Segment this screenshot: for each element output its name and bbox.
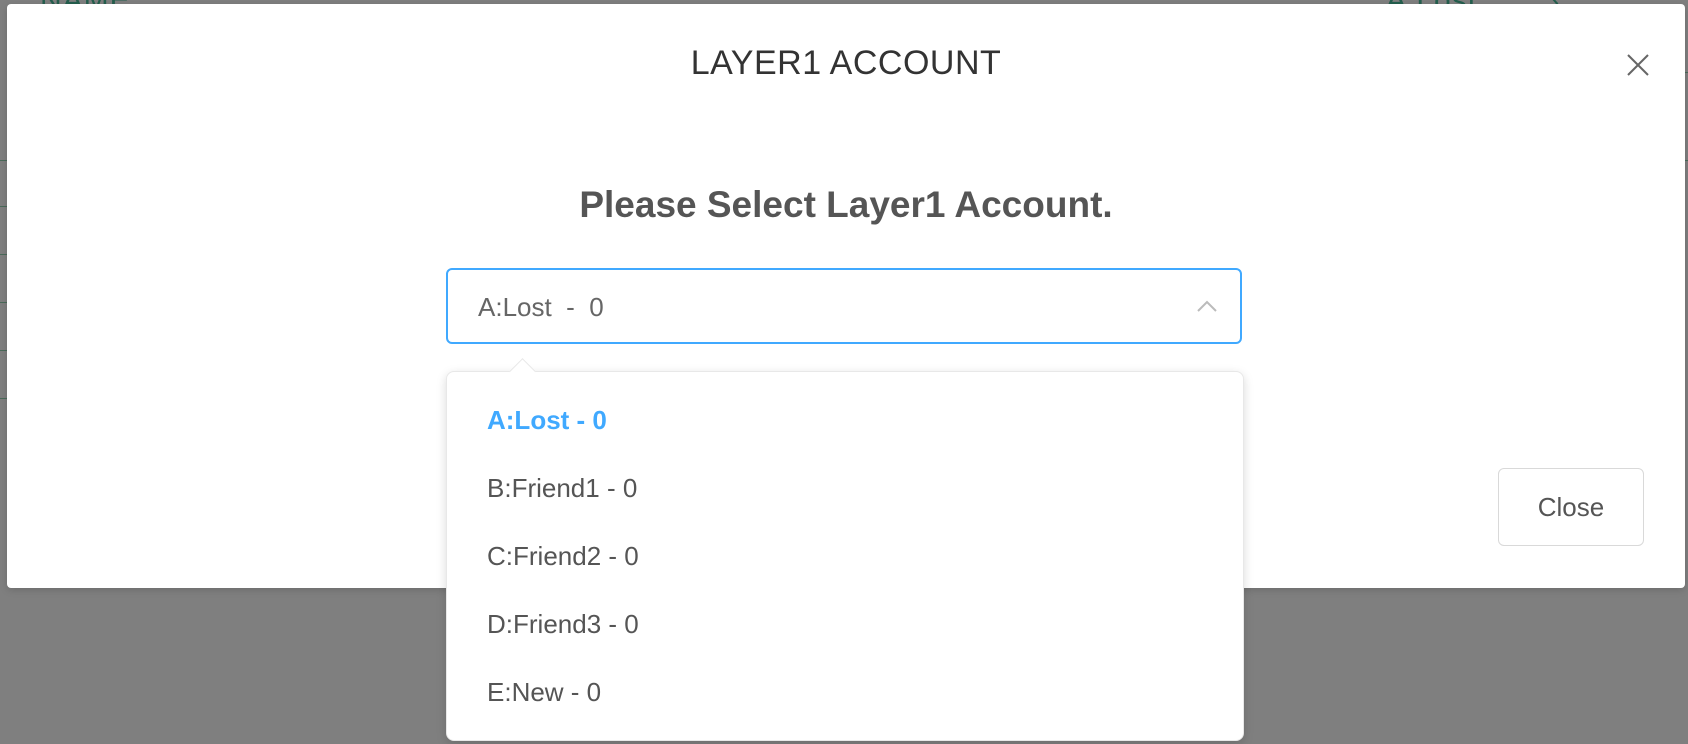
modal-title: LAYER1 ACCOUNT <box>690 44 1002 82</box>
background-divider <box>0 302 7 303</box>
dropdown-option-d-friend3[interactable]: D:Friend3 - 0 <box>447 590 1243 658</box>
select-prompt: Please Select Layer1 Account. <box>579 184 1113 225</box>
close-button[interactable]: Close <box>1498 468 1644 546</box>
chevron-up-icon <box>1196 296 1218 318</box>
dropdown-list: A:Lost - 0 B:Friend1 - 0 C:Friend2 - 0 D… <box>447 386 1243 726</box>
layer1-account-select[interactable]: A:Lost - 0 <box>446 268 1242 344</box>
dropdown-option-a-lost[interactable]: A:Lost - 0 <box>447 386 1243 454</box>
background-divider <box>0 398 7 399</box>
background-divider <box>0 254 7 255</box>
background-divider <box>0 350 7 351</box>
layer1-account-dropdown: A:Lost - 0 B:Friend1 - 0 C:Friend2 - 0 D… <box>446 371 1244 741</box>
select-current-value: A:Lost - 0 <box>478 292 604 322</box>
background-divider <box>0 160 7 161</box>
close-icon[interactable] <box>1623 50 1653 80</box>
background-divider <box>0 206 7 207</box>
dropdown-option-b-friend1[interactable]: B:Friend1 - 0 <box>447 454 1243 522</box>
dropdown-option-e-new[interactable]: E:New - 0 <box>447 658 1243 726</box>
dropdown-option-c-friend2[interactable]: C:Friend2 - 0 <box>447 522 1243 590</box>
